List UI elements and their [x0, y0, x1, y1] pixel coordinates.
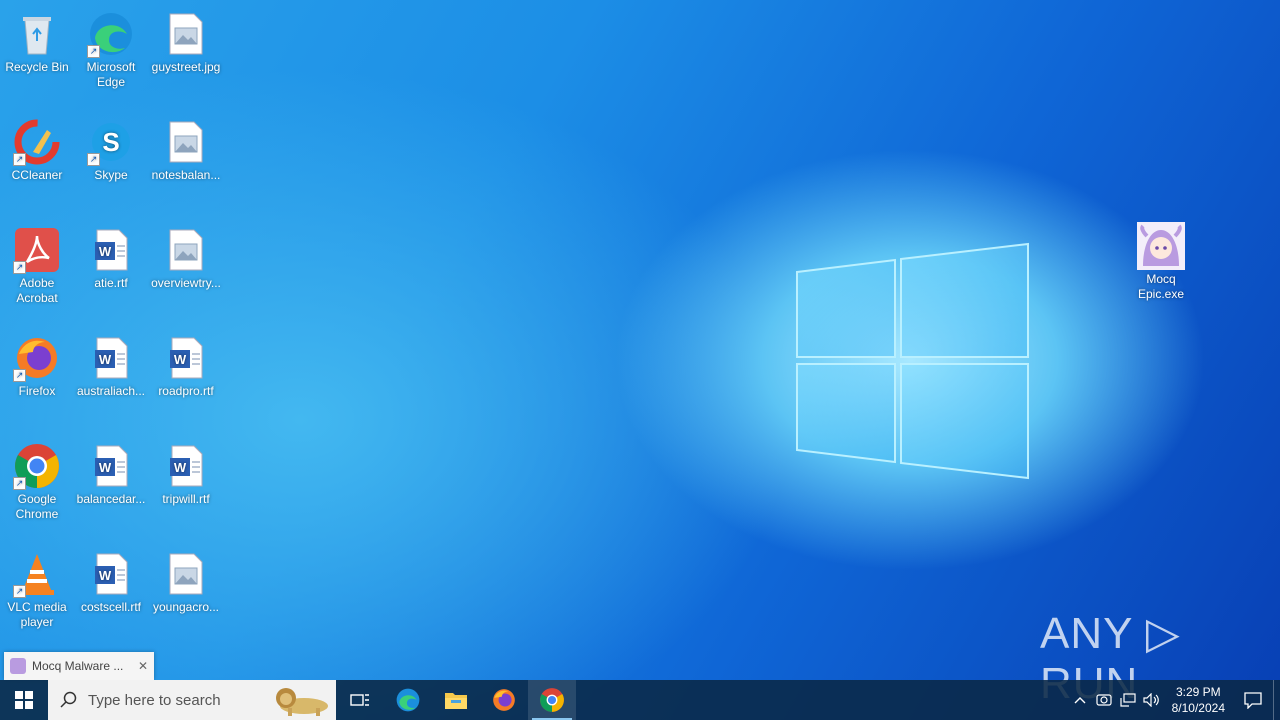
desktop-icon-microsoft-edge[interactable]: ↗ Microsoft Edge: [74, 6, 148, 90]
system-tray: 3:29 PM 8/10/2024: [1068, 680, 1280, 720]
desktop-icon-recycle-bin[interactable]: Recycle Bin: [0, 6, 74, 75]
image-file-icon: [162, 550, 210, 598]
task-view-button[interactable]: [336, 680, 384, 720]
desktop-icon-skype[interactable]: S ↗ Skype: [74, 114, 148, 183]
image-file-icon: [162, 10, 210, 58]
word-doc-icon: W: [87, 226, 135, 274]
search-icon: [60, 691, 77, 708]
clock-date: 8/10/2024: [1171, 701, 1225, 715]
firefox-icon: [493, 689, 515, 711]
desktop-icon-balancedar[interactable]: W balancedar...: [74, 438, 148, 507]
taskbar-firefox[interactable]: [480, 680, 528, 720]
task-view-icon: [350, 694, 369, 706]
ccleaner-icon: ↗: [13, 118, 61, 166]
show-desktop-button[interactable]: [1273, 680, 1280, 720]
shortcut-arrow-icon: ↗: [13, 369, 26, 382]
desktop-icon-mocq-epic-exe[interactable]: Mocq Epic.exe: [1124, 218, 1198, 302]
windows-start-icon: [15, 691, 33, 709]
desktop-icon-overviewtry[interactable]: overviewtry...: [149, 222, 223, 291]
start-button[interactable]: [0, 680, 48, 720]
word-doc-icon: W: [162, 334, 210, 382]
shortcut-arrow-icon: ↗: [13, 477, 26, 490]
desktop-icon-ccleaner[interactable]: ↗ CCleaner: [0, 114, 74, 183]
svg-text:W: W: [174, 460, 187, 475]
vlc-icon: ↗: [13, 550, 61, 598]
chevron-up-icon: [1074, 697, 1086, 704]
svg-text:W: W: [99, 568, 112, 583]
tray-volume[interactable]: [1140, 680, 1164, 720]
lion-search-highlight-icon: [276, 688, 328, 716]
word-doc-icon: W: [87, 442, 135, 490]
image-file-icon: [162, 226, 210, 274]
taskbar-chrome[interactable]: [528, 680, 576, 720]
desktop-icon-tripwill-rtf[interactable]: W tripwill.rtf: [149, 438, 223, 507]
clock-time: 3:29 PM: [1175, 685, 1221, 699]
thumbnail-title: Mocq Malware ...: [32, 659, 124, 673]
desktop-icon-atie-rtf[interactable]: W atie.rtf: [74, 222, 148, 291]
camera-icon: [1096, 694, 1112, 706]
svg-text:W: W: [99, 352, 112, 367]
shortcut-arrow-icon: ↗: [13, 153, 26, 166]
edge-icon: [396, 688, 420, 712]
desktop-icon-guystreet-jpg[interactable]: guystreet.jpg: [149, 6, 223, 75]
svg-text:W: W: [174, 352, 187, 367]
desktop-icon-google-chrome[interactable]: ↗ Google Chrome: [0, 438, 74, 522]
thumbnail-close-icon[interactable]: ✕: [132, 659, 154, 673]
search-placeholder: Type here to search: [88, 691, 221, 709]
word-doc-icon: W: [162, 442, 210, 490]
taskbar-thumbnail-preview[interactable]: Mocq Malware ... ✕: [4, 652, 154, 680]
image-file-icon: [162, 118, 210, 166]
desktop-icon-adobe-acrobat[interactable]: ↗ Adobe Acrobat: [0, 222, 74, 306]
desktop-icon-vlc[interactable]: ↗ VLC media player: [0, 546, 74, 630]
folder-icon: [445, 693, 467, 709]
recycle-bin-icon: [13, 10, 61, 58]
word-doc-icon: W: [87, 550, 135, 598]
anime-app-icon: [1137, 222, 1185, 270]
tray-network[interactable]: [1116, 680, 1140, 720]
taskbar-edge[interactable]: [384, 680, 432, 720]
firefox-icon: ↗: [13, 334, 61, 382]
taskbar-search-box[interactable]: Type here to search: [48, 680, 336, 720]
shortcut-arrow-icon: ↗: [87, 45, 100, 58]
edge-icon: ↗: [87, 10, 135, 58]
taskbar: Type here to search 3:29 PM 8/10/2024: [0, 680, 1280, 720]
skype-icon: S ↗: [87, 118, 135, 166]
speaker-icon: [1143, 693, 1159, 707]
anime-app-icon: [10, 658, 26, 674]
action-center-button[interactable]: [1233, 680, 1273, 720]
taskbar-file-explorer[interactable]: [432, 680, 480, 720]
svg-text:W: W: [99, 244, 112, 259]
tray-meet-now[interactable]: [1092, 680, 1116, 720]
desktop-icon-australiach[interactable]: W australiach...: [74, 330, 148, 399]
desktop-icon-notesbalan[interactable]: notesbalan...: [149, 114, 223, 183]
svg-text:S: S: [102, 127, 119, 157]
word-doc-icon: W: [87, 334, 135, 382]
notification-icon: [1244, 692, 1262, 709]
show-hidden-icons-button[interactable]: [1068, 680, 1092, 720]
desktop-icon-roadpro-rtf[interactable]: W roadpro.rtf: [149, 330, 223, 399]
chrome-icon: [540, 688, 564, 712]
desktop-icon-costscell-rtf[interactable]: W costscell.rtf: [74, 546, 148, 615]
taskbar-clock[interactable]: 3:29 PM 8/10/2024: [1164, 684, 1233, 716]
svg-text:W: W: [99, 460, 112, 475]
shortcut-arrow-icon: ↗: [13, 261, 26, 274]
shortcut-arrow-icon: ↗: [87, 153, 100, 166]
chrome-icon: ↗: [13, 442, 61, 490]
network-icon: [1120, 693, 1136, 707]
desktop-icon-firefox[interactable]: ↗ Firefox: [0, 330, 74, 399]
shortcut-arrow-icon: ↗: [13, 585, 26, 598]
acrobat-icon: ↗: [13, 226, 61, 274]
windows-wallpaper-logo: [796, 242, 1029, 480]
desktop-icon-youngacro[interactable]: youngacro...: [149, 546, 223, 615]
